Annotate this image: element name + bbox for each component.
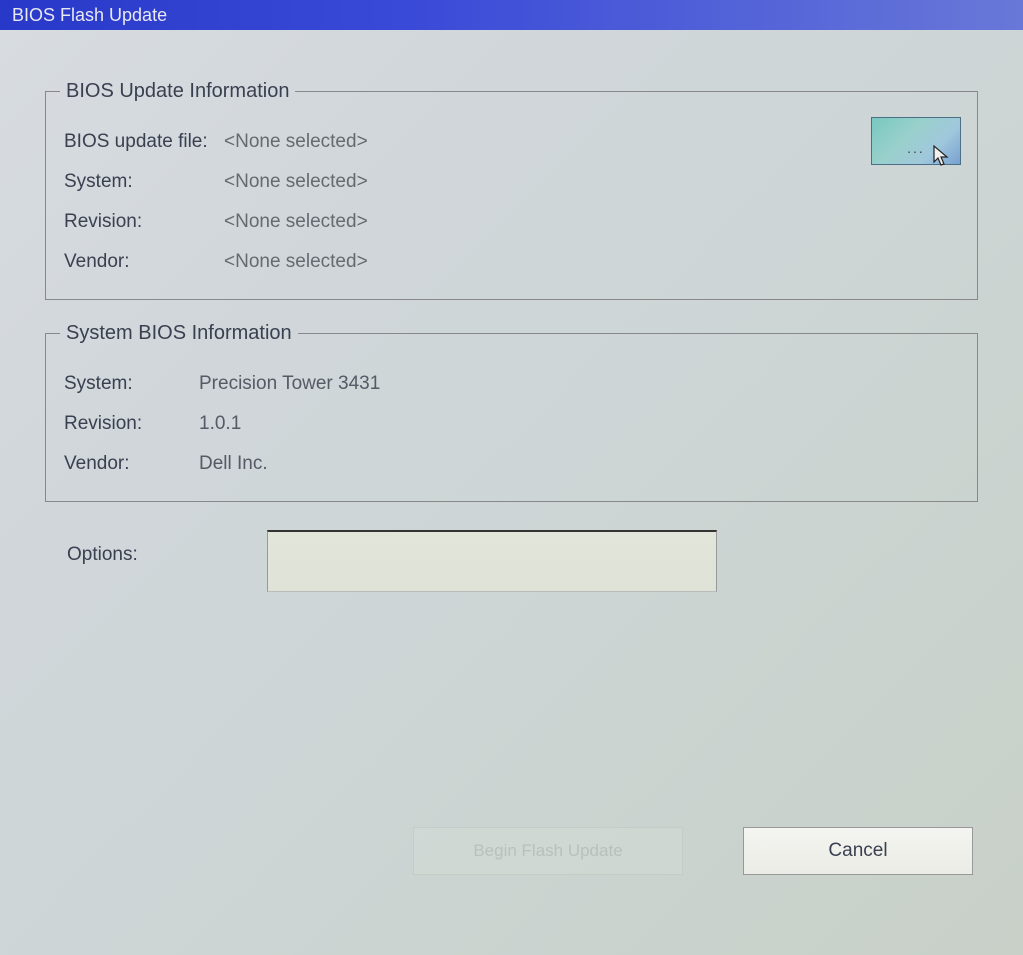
system-system-row: System: Precision Tower 3431 (64, 373, 959, 395)
update-revision-label: Revision: (64, 211, 224, 233)
cursor-icon (932, 144, 952, 170)
system-vendor-value: Dell Inc. (199, 453, 268, 475)
bios-update-info-legend: BIOS Update Information (60, 80, 295, 103)
update-file-row: BIOS update file: <None selected> (64, 131, 959, 153)
update-vendor-label: Vendor: (64, 251, 224, 273)
system-vendor-label: Vendor: (64, 453, 199, 475)
system-revision-row: Revision: 1.0.1 (64, 413, 959, 435)
system-bios-info-legend: System BIOS Information (60, 322, 298, 345)
update-system-row: System: <None selected> (64, 171, 959, 193)
update-system-label: System: (64, 171, 224, 193)
cancel-button[interactable]: Cancel (743, 827, 973, 875)
update-file-value: <None selected> (224, 131, 368, 153)
system-bios-info-group: System BIOS Information System: Precisio… (45, 322, 978, 502)
window-titlebar: BIOS Flash Update (0, 0, 1023, 30)
update-vendor-row: Vendor: <None selected> (64, 251, 959, 273)
system-vendor-row: Vendor: Dell Inc. (64, 453, 959, 475)
button-row: Begin Flash Update Cancel (50, 827, 973, 875)
options-label: Options: (67, 530, 267, 566)
options-input[interactable] (267, 530, 717, 592)
update-vendor-value: <None selected> (224, 251, 368, 273)
browse-button[interactable]: ... (871, 117, 961, 165)
begin-flash-update-label: Begin Flash Update (473, 841, 622, 861)
begin-flash-update-button: Begin Flash Update (413, 827, 683, 875)
window-title: BIOS Flash Update (12, 5, 167, 26)
system-revision-label: Revision: (64, 413, 199, 435)
system-system-value: Precision Tower 3431 (199, 373, 380, 395)
update-system-value: <None selected> (224, 171, 368, 193)
cancel-button-label: Cancel (828, 840, 887, 862)
update-file-label: BIOS update file: (64, 131, 224, 153)
system-system-label: System: (64, 373, 199, 395)
options-row: Options: (67, 530, 978, 592)
system-revision-value: 1.0.1 (199, 413, 241, 435)
content-area: BIOS Update Information BIOS update file… (0, 30, 1023, 622)
bios-update-info-group: BIOS Update Information BIOS update file… (45, 80, 978, 300)
update-revision-row: Revision: <None selected> (64, 211, 959, 233)
update-revision-value: <None selected> (224, 211, 368, 233)
browse-button-label: ... (907, 140, 925, 156)
